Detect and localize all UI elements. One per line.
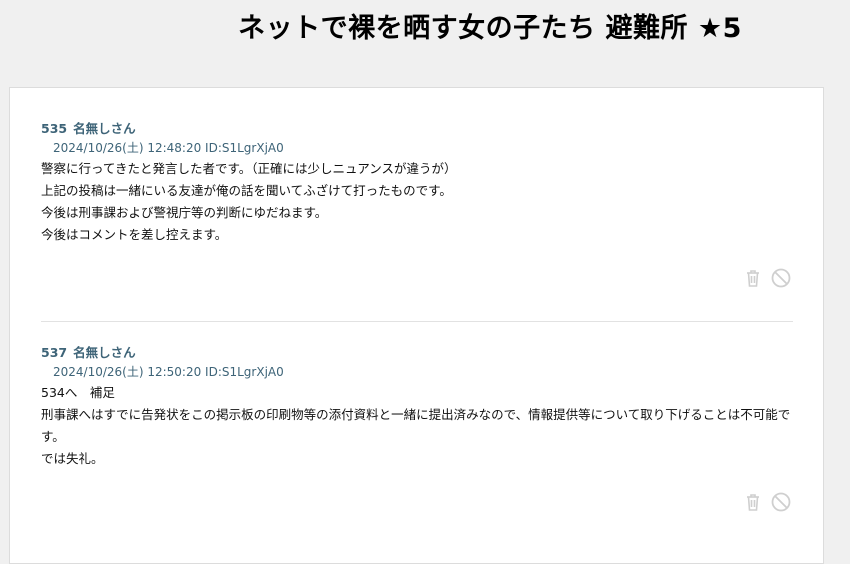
trash-icon[interactable] [742,267,764,289]
post-line: では失礼。 [41,451,104,466]
page-title: ネットで裸を晒す女の子たち 避難所 ★5 [238,13,742,44]
post-line: 上記の投稿は一緒にいる友達が俺の話を聞いてふざけて打ったものです。 [41,183,452,198]
post-number[interactable]: 537 [41,345,67,360]
post-body: 警察に行ってきたと発言した者です。（正確には少しニュアンスが違うが） 上記の投稿… [41,158,796,246]
post-line: 今後はコメントを差し控えます。 [41,227,228,242]
block-icon[interactable] [770,267,792,289]
post-line: 今後は刑事課および警視庁等の判断にゆだねます。 [41,205,328,220]
post-line: 警察に行ってきたと発言した者です。（正確には少しニュアンスが違うが） [41,161,457,176]
post-meta: 2024/10/26(土) 12:48:20 ID:S1LgrXjA0 [53,141,284,155]
post-header: 535 名無しさん [41,120,796,138]
post-line: 刑事課へはすでに告発状をこの掲示板の印刷物等の添付資料と一緒に提出済みなので、情… [41,407,791,444]
post-divider [41,321,793,322]
trash-icon[interactable] [742,491,764,513]
post-header: 537 名無しさん [41,344,796,362]
block-icon[interactable] [770,491,792,513]
post-537: 537 名無しさん 2024/10/26(土) 12:50:20 ID:S1Lgr… [41,344,796,512]
thread-container: 535 名無しさん 2024/10/26(土) 12:48:20 ID:S1Lgr… [9,87,824,564]
post-number[interactable]: 535 [41,121,67,136]
post-535: 535 名無しさん 2024/10/26(土) 12:48:20 ID:S1Lgr… [41,120,796,288]
post-line: 534へ 補足 [41,385,115,400]
post-author: 名無しさん [73,345,136,360]
post-author: 名無しさん [73,121,136,136]
post-meta: 2024/10/26(土) 12:50:20 ID:S1LgrXjA0 [53,365,284,379]
post-actions [742,491,792,513]
post-body: 534へ 補足 刑事課へはすでに告発状をこの掲示板の印刷物等の添付資料と一緒に提… [41,382,796,470]
post-actions [742,267,792,289]
